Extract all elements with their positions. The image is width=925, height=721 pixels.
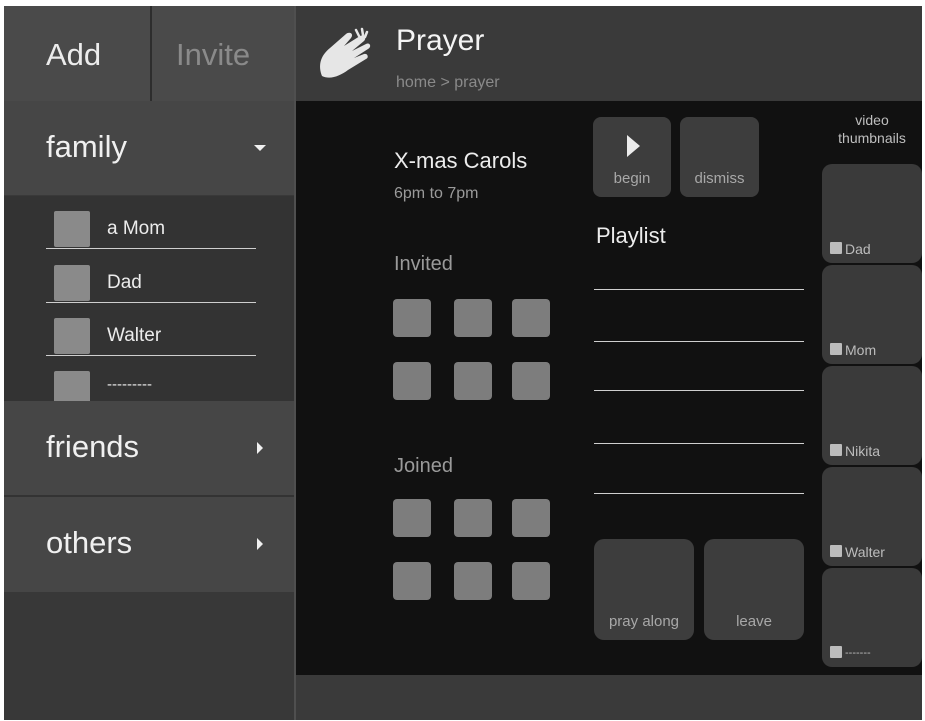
add-tab[interactable]: Add xyxy=(46,6,101,101)
invited-slot[interactable] xyxy=(512,299,550,337)
section-others[interactable]: others xyxy=(4,497,294,592)
section-family-label: family xyxy=(46,129,127,164)
caret-right-icon xyxy=(257,538,263,550)
family-member-item[interactable]: Dad xyxy=(46,250,256,303)
invited-slot[interactable] xyxy=(393,299,431,337)
playlist-line[interactable] xyxy=(594,493,804,494)
joined-slot[interactable] xyxy=(512,562,550,600)
thumbnail-checkbox[interactable] xyxy=(830,646,842,658)
leave-button[interactable]: leave xyxy=(704,539,804,640)
begin-button[interactable]: begin xyxy=(593,117,671,197)
dismiss-button[interactable]: dismiss xyxy=(680,117,759,197)
event-time: 6pm to 7pm xyxy=(394,185,479,202)
joined-slot[interactable] xyxy=(393,562,431,600)
joined-slot[interactable] xyxy=(512,499,550,537)
pray-along-button[interactable]: pray along xyxy=(594,539,694,640)
video-thumbnail[interactable]: Dad xyxy=(822,164,922,263)
praying-hands-icon xyxy=(320,27,371,78)
member-name: --------- xyxy=(107,376,152,393)
section-others-label: others xyxy=(46,525,133,560)
joined-slot[interactable] xyxy=(454,499,492,537)
video-thumbnails-label: video thumbnails xyxy=(824,111,920,147)
thumbnail-name: Walter xyxy=(845,544,885,560)
video-thumbnails-label-text: video thumbnails xyxy=(838,112,906,146)
dismiss-label: dismiss xyxy=(694,170,745,187)
thumbnail-checkbox[interactable] xyxy=(830,444,842,456)
video-thumbnail[interactable]: Mom xyxy=(822,265,922,364)
video-thumbnail[interactable]: ------- xyxy=(822,568,922,667)
playlist-line[interactable] xyxy=(594,341,804,342)
event-title: X-mas Carols xyxy=(394,148,528,173)
family-member-item[interactable]: a Mom xyxy=(46,196,256,249)
thumbnail-checkbox[interactable] xyxy=(830,545,842,557)
invited-label: Invited xyxy=(394,253,453,275)
playlist-line[interactable] xyxy=(594,390,804,391)
invited-slot[interactable] xyxy=(512,362,550,400)
family-member-item[interactable]: Walter xyxy=(46,303,256,356)
page-header: Prayer home > prayer xyxy=(296,6,922,101)
begin-label: begin xyxy=(613,170,651,187)
family-member-list: a Mom Dad Walter --------- xyxy=(4,196,294,401)
sidebar-tabs: Add Invite xyxy=(4,6,294,101)
joined-slot[interactable] xyxy=(393,499,431,537)
video-thumbnail[interactable]: Nikita xyxy=(822,366,922,465)
tab-divider xyxy=(150,6,152,101)
thumbnail-checkbox[interactable] xyxy=(830,242,842,254)
member-name: Dad xyxy=(107,272,142,293)
page-title: Prayer xyxy=(396,24,485,57)
leave-label: leave xyxy=(736,613,772,630)
family-member-item[interactable]: --------- xyxy=(46,356,256,401)
footer-bar xyxy=(296,675,922,720)
breadcrumb[interactable]: home > prayer xyxy=(396,74,500,92)
section-family[interactable]: family xyxy=(4,101,294,195)
caret-right-icon xyxy=(257,442,263,454)
video-thumbnail[interactable]: Walter xyxy=(822,467,922,566)
member-checkbox[interactable] xyxy=(54,265,90,301)
pray-along-label: pray along xyxy=(608,613,680,630)
section-friends-label: friends xyxy=(46,429,140,464)
divider xyxy=(46,248,256,249)
invited-slot[interactable] xyxy=(454,362,492,400)
sidebar-empty-area xyxy=(4,592,294,720)
member-name: a Mom xyxy=(107,218,166,239)
thumbnail-name: Nikita xyxy=(845,443,881,459)
prayer-content: X-mas Carols 6pm to 7pm Invited Joined b… xyxy=(296,101,922,675)
member-checkbox[interactable] xyxy=(54,371,90,401)
thumbnail-name: Mom xyxy=(845,342,877,358)
invited-slot[interactable] xyxy=(393,362,431,400)
app-frame: Add Invite family a Mom Dad Walter -----… xyxy=(4,6,922,720)
joined-slot[interactable] xyxy=(454,562,492,600)
caret-down-icon xyxy=(254,145,266,151)
invite-tab[interactable]: Invite xyxy=(176,6,250,101)
member-checkbox[interactable] xyxy=(54,211,90,247)
playlist-line[interactable] xyxy=(594,443,804,444)
play-icon xyxy=(627,135,640,157)
thumbnail-name: ------- xyxy=(845,647,871,659)
thumbnail-checkbox[interactable] xyxy=(830,343,842,355)
thumbnail-name: Dad xyxy=(845,241,871,257)
joined-label: Joined xyxy=(394,455,453,477)
sidebar: Add Invite family a Mom Dad Walter -----… xyxy=(4,6,294,720)
playlist-label: Playlist xyxy=(596,223,666,248)
member-checkbox[interactable] xyxy=(54,318,90,354)
member-name: Walter xyxy=(107,325,162,346)
playlist-line[interactable] xyxy=(594,289,804,290)
section-friends[interactable]: friends xyxy=(4,401,294,495)
invited-slot[interactable] xyxy=(454,299,492,337)
